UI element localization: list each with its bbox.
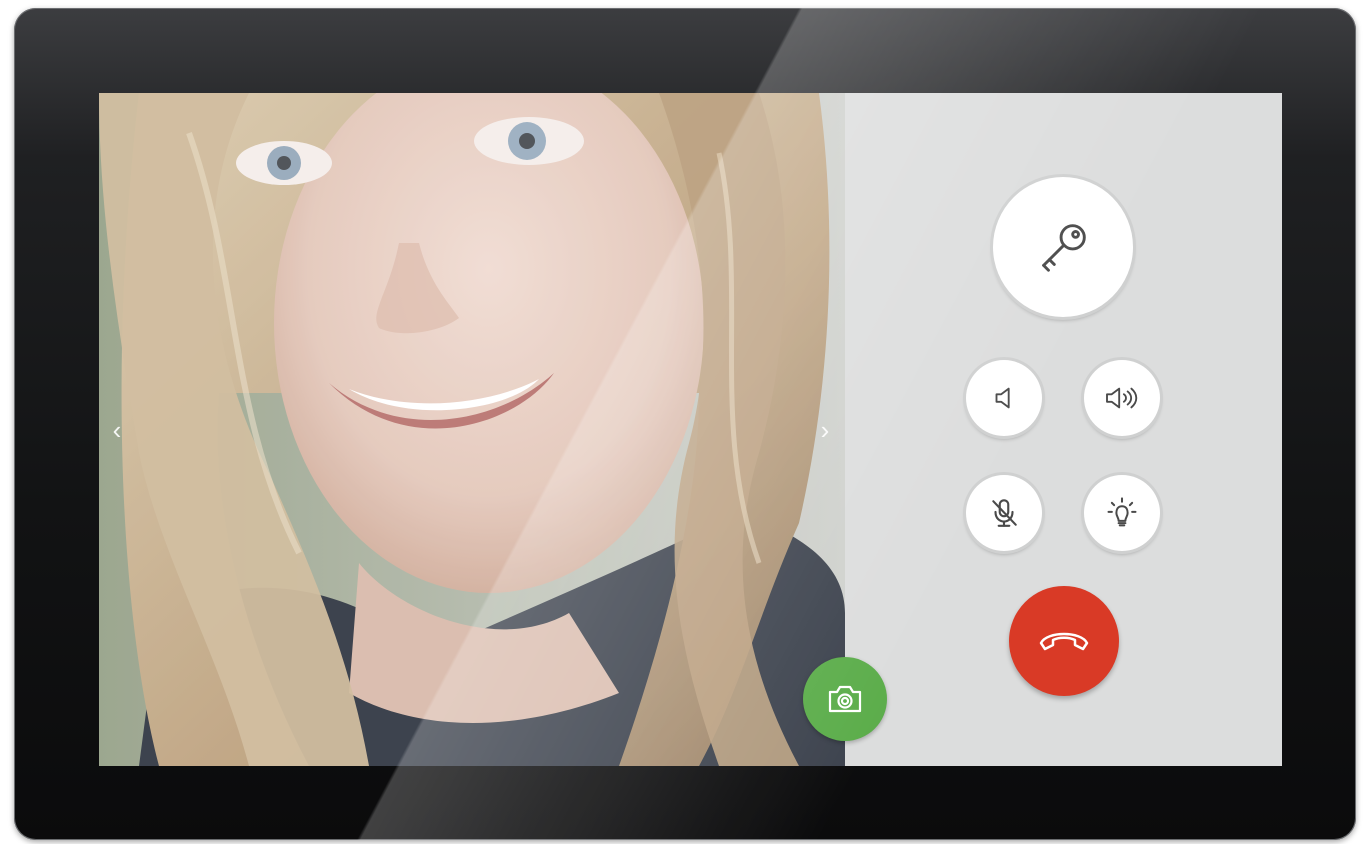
key-icon <box>1042 224 1086 272</box>
camera-icon <box>828 685 862 713</box>
microphone-muted-icon <box>992 499 1017 527</box>
lightbulb-icon <box>1107 497 1137 527</box>
volume-up-button[interactable] <box>1084 360 1160 436</box>
mute-microphone-button[interactable] <box>966 475 1042 551</box>
phone-hangup-icon <box>1039 632 1089 651</box>
volume-down-button[interactable] <box>966 360 1042 436</box>
speaker-low-icon <box>995 387 1010 409</box>
light-button[interactable] <box>1084 475 1160 551</box>
door-unlock-button[interactable] <box>993 177 1133 317</box>
visitor-video-image <box>99 93 845 766</box>
touch-screen: ‹ › <box>99 93 1282 766</box>
call-control-panel <box>845 93 1282 766</box>
previous-camera-arrow[interactable]: ‹ <box>107 415 127 445</box>
intercom-device: ‹ › <box>14 8 1356 840</box>
camera-video-feed: ‹ › <box>99 93 845 766</box>
speaker-high-icon <box>1106 387 1138 409</box>
hang-up-button[interactable] <box>1009 586 1119 696</box>
next-camera-arrow[interactable]: › <box>815 415 835 445</box>
snapshot-button[interactable] <box>803 657 887 741</box>
